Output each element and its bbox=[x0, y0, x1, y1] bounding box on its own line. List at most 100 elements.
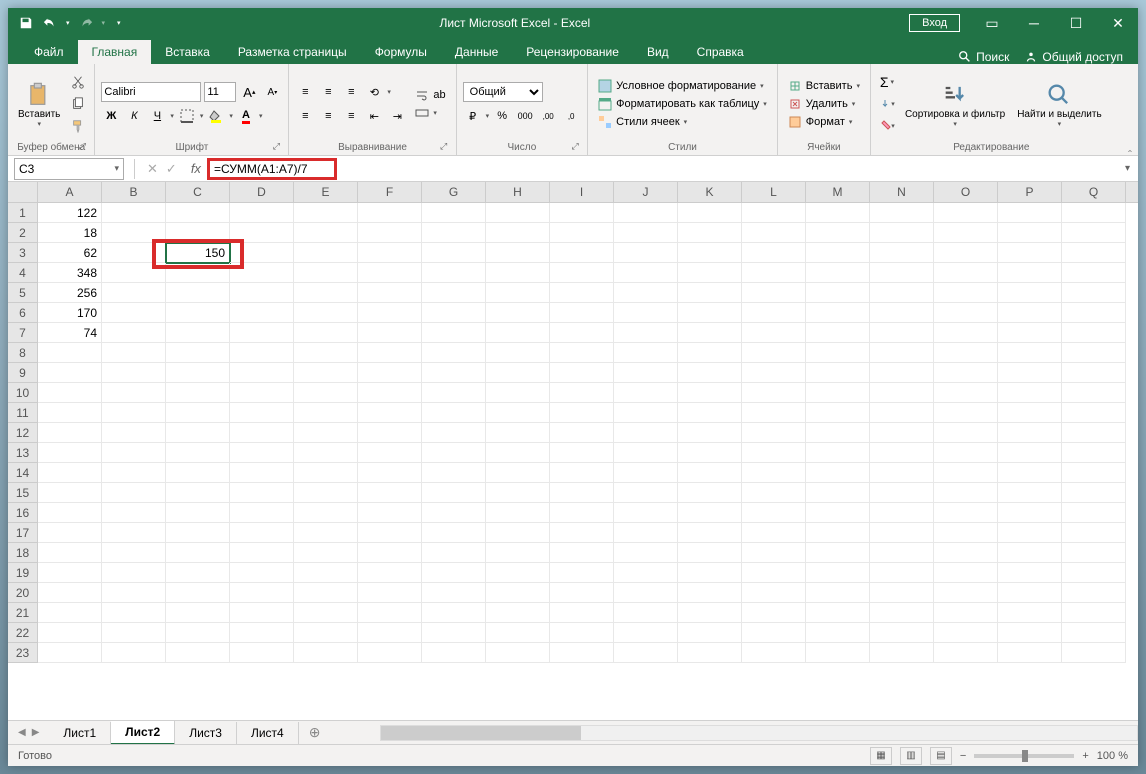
cell[interactable] bbox=[102, 483, 166, 503]
cell[interactable] bbox=[550, 343, 614, 363]
cell[interactable] bbox=[166, 523, 230, 543]
cell[interactable] bbox=[614, 483, 678, 503]
cell[interactable] bbox=[230, 403, 294, 423]
cell[interactable] bbox=[294, 403, 358, 423]
cell[interactable] bbox=[870, 423, 934, 443]
cell[interactable] bbox=[422, 483, 486, 503]
row-header[interactable]: 16 bbox=[8, 503, 38, 523]
cell[interactable] bbox=[230, 383, 294, 403]
cell[interactable] bbox=[1062, 443, 1126, 463]
cell[interactable] bbox=[614, 543, 678, 563]
cell[interactable] bbox=[806, 443, 870, 463]
cell[interactable] bbox=[806, 403, 870, 423]
cell[interactable] bbox=[998, 323, 1062, 343]
column-header[interactable]: J bbox=[614, 182, 678, 202]
cell[interactable] bbox=[742, 563, 806, 583]
cell[interactable] bbox=[1062, 323, 1126, 343]
cell[interactable] bbox=[358, 283, 422, 303]
format-table-button[interactable]: Форматировать как таблицу▾ bbox=[594, 96, 771, 112]
cell[interactable] bbox=[166, 383, 230, 403]
cell[interactable] bbox=[870, 603, 934, 623]
cell[interactable] bbox=[934, 563, 998, 583]
cell[interactable] bbox=[422, 463, 486, 483]
cell[interactable] bbox=[166, 203, 230, 223]
cell[interactable] bbox=[934, 263, 998, 283]
cell[interactable] bbox=[102, 263, 166, 283]
cell[interactable] bbox=[486, 383, 550, 403]
alignment-launcher[interactable]: ⤢ bbox=[438, 141, 450, 153]
font-name-input[interactable] bbox=[101, 82, 201, 102]
cut-icon[interactable] bbox=[68, 72, 88, 92]
cell[interactable] bbox=[422, 343, 486, 363]
cell[interactable] bbox=[934, 403, 998, 423]
cell[interactable] bbox=[870, 223, 934, 243]
tab-file[interactable]: Файл bbox=[20, 40, 78, 64]
cell[interactable] bbox=[614, 343, 678, 363]
cell[interactable] bbox=[678, 463, 742, 483]
cell[interactable] bbox=[1062, 463, 1126, 483]
cell[interactable] bbox=[934, 483, 998, 503]
row-header[interactable]: 19 bbox=[8, 563, 38, 583]
cell[interactable] bbox=[550, 383, 614, 403]
cell[interactable] bbox=[38, 563, 102, 583]
column-header[interactable]: F bbox=[358, 182, 422, 202]
row-header[interactable]: 14 bbox=[8, 463, 38, 483]
row-header[interactable]: 2 bbox=[8, 223, 38, 243]
cell[interactable] bbox=[294, 583, 358, 603]
sheet-prev-icon[interactable]: ◀ bbox=[18, 727, 26, 738]
cell[interactable] bbox=[806, 303, 870, 323]
cell[interactable]: 18 bbox=[38, 223, 102, 243]
view-page-layout-icon[interactable]: ▥ bbox=[900, 747, 922, 765]
cell[interactable] bbox=[550, 463, 614, 483]
column-header[interactable]: A bbox=[38, 182, 102, 202]
row-header[interactable]: 12 bbox=[8, 423, 38, 443]
cell[interactable] bbox=[998, 283, 1062, 303]
redo-icon[interactable] bbox=[78, 15, 94, 31]
cell[interactable] bbox=[358, 303, 422, 323]
cell[interactable] bbox=[102, 443, 166, 463]
cell[interactable] bbox=[678, 403, 742, 423]
cell[interactable] bbox=[166, 323, 230, 343]
tab-data[interactable]: Данные bbox=[441, 40, 512, 64]
increase-decimal-icon[interactable]: ,00 bbox=[538, 106, 558, 126]
cell[interactable] bbox=[486, 623, 550, 643]
cell[interactable] bbox=[550, 223, 614, 243]
cell[interactable] bbox=[614, 363, 678, 383]
cell[interactable] bbox=[742, 603, 806, 623]
cell[interactable] bbox=[486, 343, 550, 363]
cell[interactable] bbox=[742, 463, 806, 483]
cell[interactable] bbox=[294, 283, 358, 303]
cell[interactable] bbox=[102, 623, 166, 643]
cell[interactable] bbox=[422, 603, 486, 623]
cell[interactable] bbox=[294, 603, 358, 623]
cell[interactable] bbox=[934, 343, 998, 363]
cell[interactable] bbox=[102, 603, 166, 623]
cell[interactable] bbox=[38, 643, 102, 663]
row-header[interactable]: 6 bbox=[8, 303, 38, 323]
cell[interactable] bbox=[742, 643, 806, 663]
cell[interactable] bbox=[806, 483, 870, 503]
row-header[interactable]: 21 bbox=[8, 603, 38, 623]
row-header[interactable]: 17 bbox=[8, 523, 38, 543]
search-button[interactable]: Поиск bbox=[958, 50, 1009, 64]
redo-dropdown[interactable]: ▾ bbox=[102, 19, 106, 27]
cell[interactable] bbox=[486, 243, 550, 263]
cell[interactable] bbox=[1062, 403, 1126, 423]
cell[interactable] bbox=[934, 223, 998, 243]
cell[interactable]: 348 bbox=[38, 263, 102, 283]
cell[interactable] bbox=[998, 623, 1062, 643]
cell[interactable] bbox=[998, 403, 1062, 423]
cell[interactable] bbox=[806, 243, 870, 263]
cell[interactable] bbox=[166, 283, 230, 303]
cell[interactable] bbox=[102, 203, 166, 223]
cell[interactable] bbox=[294, 263, 358, 283]
number-launcher[interactable]: ⤢ bbox=[569, 141, 581, 153]
save-icon[interactable] bbox=[18, 15, 34, 31]
cell[interactable] bbox=[1062, 363, 1126, 383]
column-header[interactable]: M bbox=[806, 182, 870, 202]
cell[interactable] bbox=[422, 423, 486, 443]
cell[interactable] bbox=[742, 283, 806, 303]
cell[interactable] bbox=[294, 543, 358, 563]
paste-button[interactable]: Вставить ▾ bbox=[14, 68, 64, 140]
cell[interactable] bbox=[870, 263, 934, 283]
